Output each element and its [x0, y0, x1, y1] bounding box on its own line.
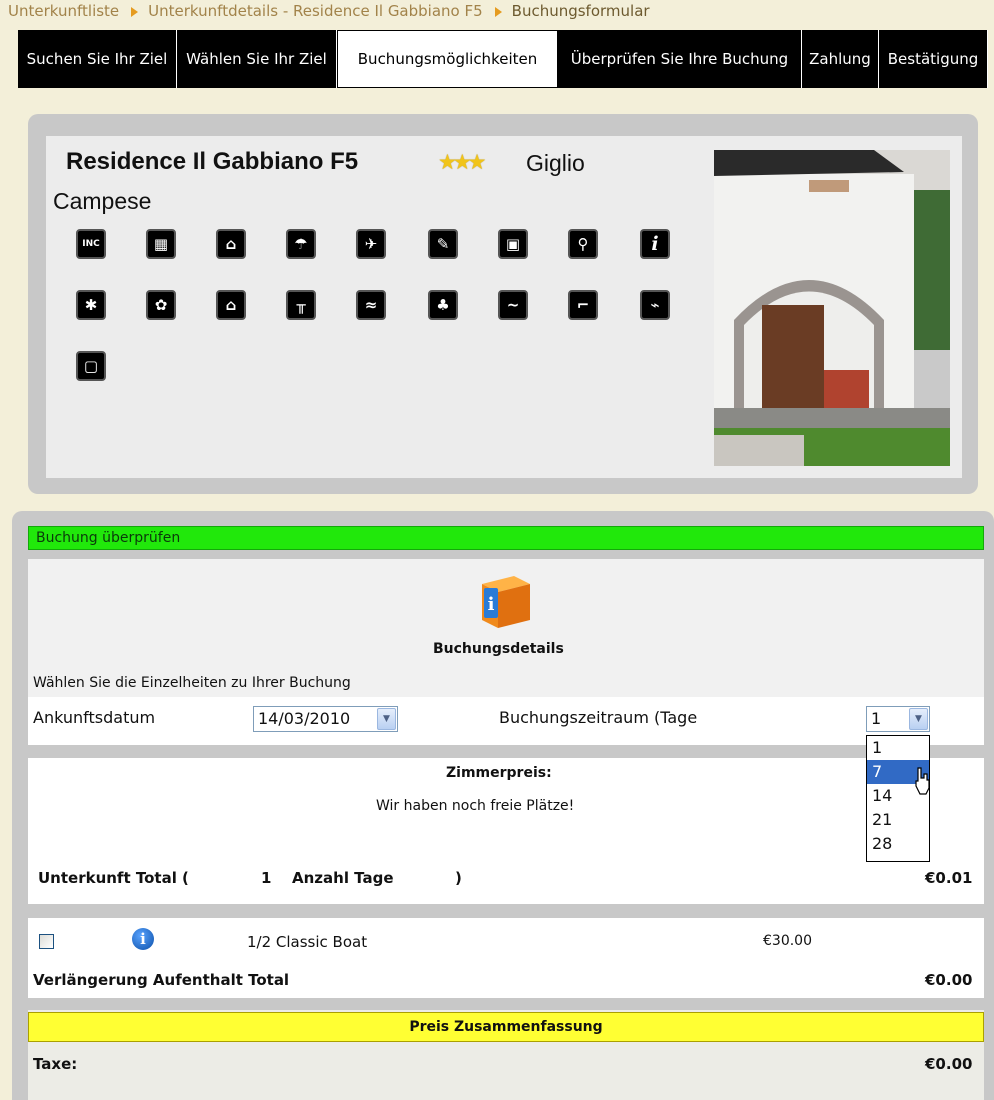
breadcrumb-unterkunftdetails[interactable]: Unterkunftdetails - Residence Il Gabbian…: [148, 2, 482, 20]
tab-label: Überprüfen Sie Ihre Buchung: [570, 50, 789, 68]
booking-review-header: Buchung überprüfen: [28, 526, 984, 550]
amenity-picnic-icon: ╥: [286, 290, 316, 320]
tab-label: Zahlung: [809, 50, 871, 68]
amenity-pool-icon: ≈: [356, 290, 386, 320]
amenity-airport-icon: ✈: [356, 229, 386, 259]
tab-label: Bestätigung: [887, 50, 979, 68]
breadcrumb: Unterkunftliste Unterkunftdetails - Resid…: [8, 0, 650, 20]
svg-text:i: i: [488, 594, 495, 615]
tab-zahlung[interactable]: Zahlung: [802, 30, 879, 88]
period-option-21[interactable]: 21: [867, 808, 929, 832]
amenity-wheelchair-icon: ⌁: [640, 290, 670, 320]
tax-value: €0.00: [925, 1055, 973, 1073]
booking-period-value: 1: [871, 709, 882, 728]
tab-waehlen[interactable]: Wählen Sie Ihr Ziel: [177, 30, 337, 88]
availability-message: Wir haben noch freie Plätze!: [376, 798, 575, 814]
amenity-beach-icon: ☂: [286, 229, 316, 259]
booking-period-select[interactable]: 1 ▼: [866, 706, 930, 732]
accommodation-days-label: Anzahl Tage: [292, 869, 394, 887]
tax-label: Taxe:: [33, 1055, 78, 1073]
amenity-stroller-icon: ⚲: [568, 229, 598, 259]
arrival-date-label: Ankunftsdatum: [33, 708, 156, 727]
mouse-cursor-icon: [912, 766, 932, 800]
tab-buchungsmoeglichkeiten[interactable]: Buchungsmöglichkeiten: [337, 30, 558, 88]
hotel-location: Giglio: [526, 150, 585, 176]
info-box-icon: i: [474, 568, 536, 630]
breadcrumb-unterkunftliste[interactable]: Unterkunftliste: [8, 2, 119, 20]
amenity-ski-icon: ✎: [428, 229, 458, 259]
breadcrumb-arrow-icon: [131, 6, 139, 17]
hotel-name: Residence Il Gabbiano F5: [66, 148, 359, 175]
price-summary-header: Preis Zusammenfassung: [28, 1012, 984, 1042]
extra-item-price: €30.00: [763, 933, 812, 949]
chevron-down-icon[interactable]: ▼: [909, 708, 928, 730]
amenity-house-icon: ⌂: [216, 290, 246, 320]
classic-boat-checkbox[interactable]: [39, 934, 54, 949]
tab-label: Wählen Sie Ihr Ziel: [186, 50, 327, 68]
amenity-stairs-icon: ⌐: [568, 290, 598, 320]
accommodation-total-value: €0.01: [925, 869, 973, 887]
booking-period-label: Buchungszeitraum (Tage: [499, 708, 698, 727]
breadcrumb-buchungsformular: Buchungsformular: [511, 2, 650, 20]
amenity-bed-icon: ▦: [146, 229, 176, 259]
hotel-photo: [714, 150, 950, 466]
extension-total-label: Verlängerung Aufenthalt Total: [33, 971, 290, 989]
amenity-frame-icon: ▣: [498, 229, 528, 259]
breadcrumb-arrow-icon: [494, 6, 502, 17]
tab-ueberpruefen[interactable]: Überprüfen Sie Ihre Buchung: [558, 30, 802, 88]
period-option-1[interactable]: 1: [867, 736, 929, 760]
period-option-28[interactable]: 28: [867, 832, 929, 856]
booking-details-title: Buchungsdetails: [433, 641, 564, 657]
tab-suchen[interactable]: Suchen Sie Ihr Ziel: [18, 30, 177, 88]
tab-label: Buchungsmöglichkeiten: [357, 50, 538, 68]
extra-item-label: 1/2 Classic Boat: [247, 933, 368, 951]
amenity-bath-icon: ⌂: [216, 229, 246, 259]
accommodation-close-paren: ): [455, 869, 462, 887]
tab-label: Suchen Sie Ihr Ziel: [26, 50, 168, 68]
amenity-included-icon: INC: [76, 229, 106, 259]
hotel-region: Campese: [53, 188, 152, 214]
accommodation-total-label: Unterkunft Total (: [38, 869, 189, 887]
amenity-garden-icon: ✿: [146, 290, 176, 320]
amenity-lounger-icon: ~: [498, 290, 528, 320]
amenity-trees-icon: ♣: [428, 290, 458, 320]
tab-bestaetigung[interactable]: Bestätigung: [879, 30, 988, 88]
amenity-heating-icon: ✱: [76, 290, 106, 320]
info-icon[interactable]: i: [132, 928, 154, 950]
star-rating-icon: ★★★: [438, 150, 487, 174]
amenity-info-icon: i: [640, 229, 670, 259]
room-price-title: Zimmerpreis:: [446, 765, 552, 781]
arrival-date-value: 14/03/2010: [258, 709, 351, 728]
extension-total-value: €0.00: [925, 971, 973, 989]
arrival-date-select[interactable]: 14/03/2010 ▼: [253, 706, 398, 732]
amenity-tv-icon: ▢: [76, 351, 106, 381]
accommodation-total-days: 1: [261, 869, 272, 887]
chevron-down-icon[interactable]: ▼: [377, 708, 396, 730]
booking-instructions: Wählen Sie die Einzelheiten zu Ihrer Buc…: [33, 675, 351, 691]
